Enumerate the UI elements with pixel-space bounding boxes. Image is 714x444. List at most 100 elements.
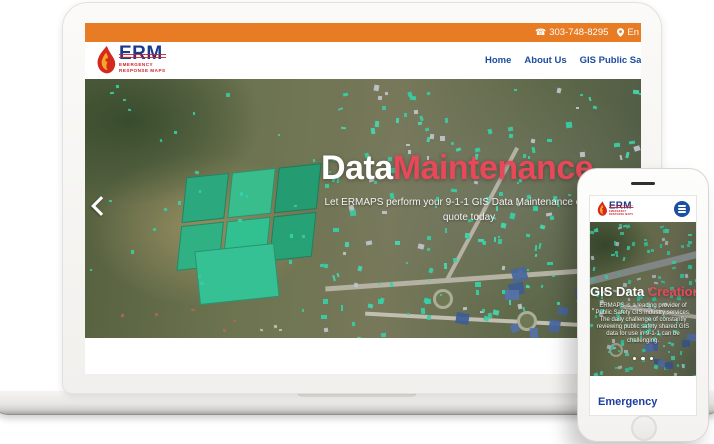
map-building bbox=[321, 315, 326, 319]
nav-item-gis-public-safety[interactable]: GIS Public Safety bbox=[580, 55, 641, 66]
map-building bbox=[475, 282, 481, 288]
map-building bbox=[531, 139, 536, 144]
section-heading: Emergency bbox=[598, 396, 657, 408]
map-building bbox=[552, 275, 555, 277]
map-building bbox=[540, 285, 543, 288]
map-building bbox=[200, 282, 204, 285]
map-building bbox=[240, 192, 243, 196]
map-building bbox=[110, 92, 114, 95]
site-logo[interactable]: ERM EMERGENCY RESPONSE MAPS bbox=[96, 45, 166, 75]
laptop-frame: ☎ 303-748-8295 En bbox=[62, 2, 662, 394]
map-building bbox=[509, 300, 511, 305]
location-text: En bbox=[627, 27, 639, 38]
map-building bbox=[517, 304, 522, 310]
carousel-prev-arrow[interactable] bbox=[89, 193, 109, 219]
content-section-blank bbox=[85, 338, 641, 374]
map-building bbox=[279, 329, 282, 332]
map-building bbox=[511, 266, 529, 283]
map-building bbox=[109, 200, 112, 203]
map-building bbox=[302, 309, 305, 313]
map-building bbox=[419, 116, 423, 121]
hamburger-menu-button[interactable] bbox=[674, 201, 690, 217]
phone-speaker bbox=[631, 182, 655, 185]
phone-site-logo[interactable]: ERM EMERGENCY RESPONSE MAPS bbox=[597, 201, 633, 217]
site-navbar: ERM EMERGENCY RESPONSE MAPS Home About U… bbox=[85, 42, 641, 79]
map-building bbox=[445, 228, 448, 233]
map-building bbox=[289, 259, 292, 263]
map-building bbox=[357, 265, 362, 271]
logo-tagline-2: RESPONSE MAPS bbox=[609, 213, 633, 216]
map-building bbox=[539, 242, 542, 248]
map-building bbox=[153, 228, 156, 231]
map-building bbox=[633, 145, 640, 151]
map-building bbox=[159, 138, 162, 141]
map-building bbox=[548, 319, 561, 333]
phone-screen: ERM EMERGENCY RESPONSE MAPS bbox=[590, 196, 696, 415]
map-building bbox=[556, 88, 561, 94]
hero-title-red: Maintenance bbox=[393, 149, 593, 187]
map-building bbox=[403, 113, 406, 118]
carousel-dot[interactable] bbox=[633, 357, 637, 361]
map-building bbox=[341, 305, 344, 311]
map-building bbox=[508, 127, 514, 132]
phone-hero-headline: GIS Data Creation bbox=[590, 284, 696, 299]
map-building bbox=[614, 143, 620, 148]
mockup-stage: ☎ 303-748-8295 En bbox=[0, 0, 714, 444]
map-building bbox=[593, 106, 598, 110]
map-building bbox=[351, 322, 354, 326]
logo-wordmark: ERM bbox=[119, 45, 166, 62]
map-building bbox=[588, 97, 591, 101]
map-building bbox=[417, 121, 421, 125]
map-building bbox=[116, 85, 120, 89]
map-building bbox=[462, 307, 467, 311]
map-building bbox=[526, 234, 530, 238]
map-building bbox=[420, 307, 424, 313]
nav-item-about-us[interactable]: About Us bbox=[524, 55, 566, 66]
nav-links: Home About Us GIS Public Safety bbox=[485, 42, 641, 79]
map-building bbox=[414, 110, 418, 115]
hamburger-icon bbox=[678, 205, 686, 206]
phone-hero-paragraph: ERMAPS is a leading provider of Public S… bbox=[595, 303, 691, 345]
map-building bbox=[341, 127, 346, 130]
map-building bbox=[547, 139, 552, 142]
map-building bbox=[444, 263, 447, 269]
map-building bbox=[344, 242, 348, 247]
map-building bbox=[368, 304, 374, 309]
contact-topbar-content: ☎ 303-748-8295 En bbox=[535, 23, 639, 42]
map-building bbox=[313, 159, 316, 162]
hero-title-white: GIS Data bbox=[590, 284, 644, 299]
map-building bbox=[365, 241, 371, 246]
map-building bbox=[535, 245, 538, 251]
map-building bbox=[529, 327, 538, 338]
map-building bbox=[290, 234, 293, 238]
carousel-dot[interactable] bbox=[641, 357, 645, 361]
phone-number: 303-748-8295 bbox=[549, 27, 608, 38]
roundabout bbox=[433, 289, 453, 309]
carousel-dot[interactable] bbox=[650, 357, 654, 361]
map-building bbox=[455, 312, 470, 325]
map-building bbox=[405, 262, 408, 265]
map-building bbox=[408, 91, 413, 97]
nav-item-home[interactable]: Home bbox=[485, 55, 511, 66]
flame-icon bbox=[96, 45, 116, 75]
hero-title-white: Data bbox=[321, 149, 393, 187]
map-building bbox=[385, 91, 389, 95]
map-building bbox=[476, 289, 479, 294]
map-building bbox=[128, 109, 132, 112]
map-building bbox=[192, 112, 195, 115]
map-building bbox=[523, 306, 526, 311]
map-building bbox=[498, 236, 500, 238]
phone-site-header: ERM EMERGENCY RESPONSE MAPS bbox=[590, 196, 696, 222]
phone-home-button[interactable] bbox=[631, 415, 657, 441]
logo-tagline-2: RESPONSE MAPS bbox=[119, 68, 166, 74]
map-building bbox=[426, 248, 430, 252]
map-building bbox=[394, 241, 399, 245]
phone-contact-link[interactable]: ☎ 303-748-8295 bbox=[535, 27, 608, 38]
map-building bbox=[427, 314, 432, 320]
map-building bbox=[427, 235, 431, 240]
map-building bbox=[629, 141, 635, 145]
map-building bbox=[497, 239, 501, 244]
location-contact-link[interactable]: En bbox=[617, 27, 639, 38]
map-building bbox=[121, 313, 125, 317]
map-building bbox=[396, 118, 399, 123]
